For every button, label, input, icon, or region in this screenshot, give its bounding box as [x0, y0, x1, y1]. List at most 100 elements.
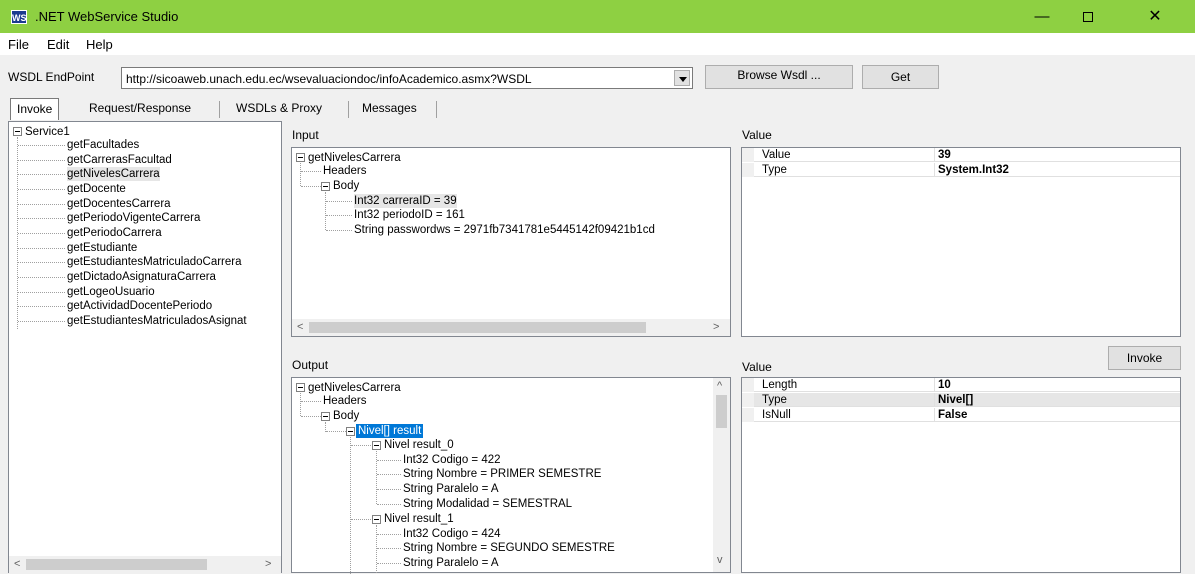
output-method-node[interactable]: getNivelesCarrera [308, 381, 401, 395]
grid-value[interactable]: Nivel[] [938, 393, 973, 407]
collapse-icon[interactable] [296, 383, 305, 392]
method-item[interactable]: getDocente [67, 182, 126, 196]
title-bar [0, 0, 1195, 33]
method-item[interactable]: getDictadoAsignaturaCarrera [67, 270, 216, 284]
input-label: Input [292, 128, 319, 142]
output-field[interactable]: String Paralelo = A [403, 556, 499, 570]
scroll-right-icon[interactable]: > [265, 558, 271, 570]
grid-key: Type [762, 164, 787, 176]
output-vscrollbar[interactable]: ^ v [713, 378, 730, 572]
app-icon: WS [11, 10, 27, 24]
scroll-down-icon[interactable]: v [717, 554, 723, 566]
collapse-icon[interactable] [321, 412, 330, 421]
scroll-left-icon[interactable]: < [297, 321, 303, 333]
output-result-node[interactable]: Nivel[] result [356, 424, 424, 438]
scroll-thumb[interactable] [716, 395, 727, 428]
tab-messages[interactable]: Messages [356, 98, 423, 120]
method-item[interactable]: getEstudiantesMatriculadosAsignat [67, 314, 247, 328]
output-item-node[interactable]: Nivel result_1 [384, 512, 454, 526]
grid-value[interactable]: System.Int32 [938, 163, 1009, 177]
wsdl-endpoint-label: WSDL EndPoint [8, 70, 95, 84]
chevron-down-icon[interactable] [674, 70, 690, 86]
output-headers-node[interactable]: Headers [323, 394, 366, 408]
output-value-grid[interactable]: Length 10 Type Nivel[] IsNull False [741, 377, 1181, 573]
input-body-node[interactable]: Body [333, 179, 359, 193]
method-item[interactable]: getPeriodoCarrera [67, 226, 162, 240]
output-tree[interactable]: getNivelesCarrera Headers Body Nivel[] r… [291, 377, 731, 574]
output-label: Output [292, 358, 329, 372]
output-item-node[interactable]: Nivel result_0 [384, 438, 454, 452]
get-button[interactable]: Get [862, 65, 939, 89]
tab-separator [219, 101, 220, 118]
input-hscrollbar[interactable]: < > [292, 319, 730, 336]
scroll-thumb[interactable] [26, 559, 207, 570]
collapse-icon[interactable] [13, 127, 22, 136]
tab-separator [436, 101, 437, 118]
input-headers-node[interactable]: Headers [323, 164, 366, 178]
method-item[interactable]: getLogeoUsuario [67, 285, 155, 299]
grid-key: Value [762, 149, 791, 161]
menu-bar [0, 33, 1195, 55]
tab-separator [348, 101, 349, 118]
method-item[interactable]: getDocentesCarrera [67, 197, 171, 211]
grid-row[interactable]: IsNull False [742, 408, 1180, 422]
service-tree-hscrollbar[interactable]: < > [9, 556, 281, 573]
invoke-button[interactable]: Invoke [1108, 346, 1181, 370]
input-value-label: Value [742, 128, 772, 142]
menu-edit[interactable]: Edit [47, 37, 69, 52]
grid-row[interactable]: Type System.Int32 [742, 163, 1180, 177]
method-item[interactable]: getFacultades [67, 138, 139, 152]
input-param-periodoid[interactable]: Int32 periodoID = 161 [354, 208, 465, 222]
collapse-icon[interactable] [346, 427, 355, 436]
method-item[interactable]: getActividadDocentePeriodo [67, 299, 212, 313]
tab-invoke[interactable]: Invoke [10, 98, 60, 120]
scroll-left-icon[interactable]: < [14, 558, 20, 570]
input-tree[interactable]: getNivelesCarrera Headers Body Int32 car… [291, 147, 731, 337]
method-item[interactable]: getPeriodoVigenteCarrera [67, 211, 200, 225]
output-field[interactable]: String Nombre = PRIMER SEMESTRE [403, 467, 601, 481]
wsdl-endpoint-value[interactable]: http://sicoaweb.unach.edu.ec/wsevaluacio… [126, 72, 532, 86]
output-field[interactable]: String Paralelo = A [403, 482, 499, 496]
method-item[interactable]: getEstudiante [67, 241, 137, 255]
grid-value[interactable]: 39 [938, 148, 951, 162]
scroll-thumb[interactable] [309, 322, 646, 333]
scroll-right-icon[interactable]: > [713, 321, 719, 333]
grid-value[interactable]: 10 [938, 378, 951, 392]
output-body-node[interactable]: Body [333, 409, 359, 423]
tab-request-response[interactable]: Request/Response [83, 98, 197, 120]
minimize-button[interactable]: — [1019, 0, 1065, 33]
grid-key: Length [762, 379, 798, 391]
menu-file[interactable]: File [8, 37, 29, 52]
output-field[interactable]: Int32 Codigo = 422 [403, 453, 501, 467]
grid-row[interactable]: Value 39 [742, 148, 1180, 162]
method-item[interactable]: getCarrerasFacultad [67, 153, 172, 167]
service-tree[interactable]: Service1 getFacultades getCarrerasFacult… [8, 121, 282, 573]
service-root[interactable]: Service1 [25, 125, 70, 139]
input-value-grid[interactable]: Value 39 Type System.Int32 [741, 147, 1181, 337]
menu-help[interactable]: Help [86, 37, 113, 52]
grid-key: IsNull [762, 409, 791, 421]
browse-wsdl-button[interactable]: Browse Wsdl ... [705, 65, 853, 89]
grid-value[interactable]: False [938, 408, 967, 422]
output-field[interactable]: String Modalidad = SEMESTRAL [403, 497, 572, 511]
tab-wsdls-proxy[interactable]: WSDLs & Proxy [230, 98, 328, 120]
input-param-password[interactable]: String passwordws = 2971fb7341781e544514… [354, 223, 655, 237]
input-method-node[interactable]: getNivelesCarrera [308, 151, 401, 165]
maximize-button[interactable] [1065, 0, 1111, 33]
maximize-icon [1083, 12, 1093, 23]
output-field[interactable]: String Nombre = SEGUNDO SEMESTRE [403, 541, 615, 555]
wsdl-endpoint-combo[interactable]: http://sicoaweb.unach.edu.ec/wsevaluacio… [121, 67, 693, 89]
output-field[interactable]: Int32 Codigo = 424 [403, 527, 501, 541]
scroll-up-icon[interactable]: ^ [717, 380, 722, 392]
close-button[interactable]: ✕ [1132, 0, 1178, 33]
collapse-icon[interactable] [296, 153, 305, 162]
grid-row[interactable]: Length 10 [742, 378, 1180, 392]
collapse-icon[interactable] [321, 182, 330, 191]
collapse-icon[interactable] [372, 441, 381, 450]
method-item-selected[interactable]: getNivelesCarrera [67, 167, 160, 181]
grid-row-selected[interactable]: Type Nivel[] [742, 393, 1180, 407]
window-title: .NET WebService Studio [35, 9, 179, 24]
collapse-icon[interactable] [372, 515, 381, 524]
method-item[interactable]: getEstudiantesMatriculadoCarrera [67, 255, 242, 269]
input-param-carreraid[interactable]: Int32 carreraID = 39 [354, 194, 457, 208]
